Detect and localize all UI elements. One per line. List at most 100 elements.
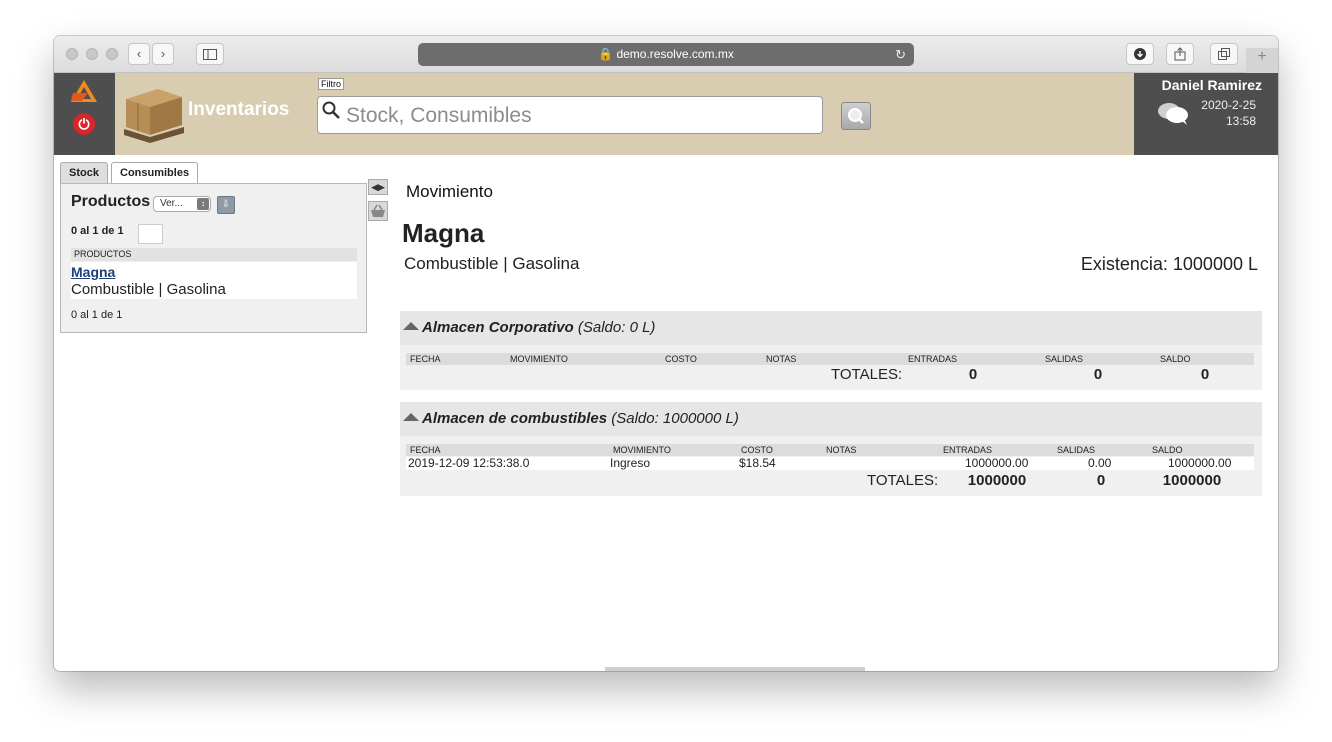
warehouse-title: Almacen Corporativo (Saldo: 0 L)	[422, 319, 655, 336]
product-link[interactable]: Magna	[71, 264, 115, 280]
total-salidas: 0	[1096, 472, 1106, 489]
export-button[interactable]: ⇩	[217, 196, 235, 214]
browser-toolbar: ‹ › 🔒 demo.resolve.com.mx ↻ +	[54, 36, 1278, 73]
app-title: Inventarios	[188, 99, 290, 120]
app-header: ⏻ Inventarios Filtro Daniel Ramirez	[54, 73, 1278, 155]
close-window-button[interactable]	[66, 48, 78, 60]
search-box	[317, 96, 823, 134]
basket-button[interactable]	[368, 201, 388, 221]
search-icon	[322, 101, 340, 119]
row-salidas: 0.00	[1088, 456, 1112, 470]
warehouse-name: Almacen Corporativo	[422, 319, 574, 336]
chat-icon[interactable]	[1156, 101, 1190, 125]
inventory-box-icon	[124, 89, 184, 143]
warehouse-balance: (Saldo: 0 L)	[577, 319, 656, 336]
address-bar[interactable]: 🔒 demo.resolve.com.mx ↻	[418, 43, 914, 66]
reload-icon[interactable]: ↻	[895, 43, 906, 66]
datetime: 2020-2-25 13:58	[1201, 97, 1256, 129]
totals-label: TOTALES:	[867, 472, 939, 489]
collapse-panel-button[interactable]: ◀▶	[368, 179, 388, 195]
back-icon: ‹	[136, 46, 142, 61]
total-salidas: 0	[1093, 366, 1103, 383]
new-tab-button[interactable]: +	[1246, 48, 1278, 73]
list-item[interactable]: Magna Combustible | Gasolina	[71, 262, 357, 299]
zoom-window-button[interactable]	[106, 48, 118, 60]
filter-toggle[interactable]: Filtro	[318, 78, 344, 90]
current-date: 2020-2-25	[1201, 98, 1256, 112]
tabs-icon	[1218, 48, 1230, 60]
user-panel: Daniel Ramirez 2020-2-25 13:58	[1134, 73, 1278, 155]
col-costo: COSTO	[665, 354, 697, 364]
search-button[interactable]	[841, 102, 871, 130]
total-saldo: 1000000	[1162, 472, 1222, 489]
col-fecha: FECHA	[410, 445, 441, 455]
total-entradas: 0	[968, 366, 978, 383]
tab-consumibles[interactable]: Consumibles	[111, 162, 199, 185]
resolve-logo-icon	[71, 80, 97, 102]
horizontal-scrollbar[interactable]	[605, 667, 865, 671]
downloads-button[interactable]	[1126, 43, 1154, 65]
product-category: Combustible | Gasolina	[71, 281, 226, 298]
collapse-caret-icon[interactable]	[403, 413, 419, 421]
row-saldo: 1000000.00	[1168, 456, 1232, 470]
view-select[interactable]: Ver... ↕	[153, 196, 211, 212]
view-select-value: Ver...	[160, 198, 183, 209]
minimize-window-button[interactable]	[86, 48, 98, 60]
lock-icon: 🔒	[598, 47, 614, 61]
table-row[interactable]	[406, 457, 1254, 470]
product-subtitle: Combustible | Gasolina	[404, 254, 580, 273]
col-costo: COSTO	[741, 445, 773, 455]
warehouse-title: Almacen de combustibles (Saldo: 1000000 …	[422, 410, 739, 427]
page-input[interactable]	[138, 224, 163, 244]
product-title: Magna	[402, 218, 485, 248]
warehouse-header[interactable]: Almacen Corporativo (Saldo: 0 L)	[400, 311, 1262, 345]
panel-title: Productos	[71, 193, 151, 210]
user-name[interactable]: Daniel Ramirez	[1162, 77, 1262, 93]
section-label: Movimiento	[406, 182, 493, 201]
col-entradas: ENTRADAS	[943, 445, 993, 455]
tabs-overview-button[interactable]	[1210, 43, 1238, 65]
pagination-count-top: 0 al 1 de 1	[71, 225, 124, 237]
col-saldo: SALDO	[1160, 354, 1191, 364]
forward-icon: ›	[160, 46, 166, 61]
forward-button[interactable]: ›	[152, 43, 174, 65]
col-salidas: SALIDAS	[1045, 354, 1084, 364]
sidebar-icon	[203, 49, 217, 60]
collapse-caret-icon[interactable]	[403, 322, 419, 330]
total-entradas: 1000000	[967, 472, 1027, 489]
col-fecha: FECHA	[410, 354, 441, 364]
back-button[interactable]: ‹	[128, 43, 150, 65]
sidebar-toggle-button[interactable]	[196, 43, 224, 65]
row-costo: $18.54	[739, 456, 776, 470]
basket-icon	[371, 204, 385, 217]
col-entradas: ENTRADAS	[908, 354, 958, 364]
power-icon: ⏻	[78, 116, 90, 132]
existence-total: Existencia: 1000000 L	[1080, 254, 1258, 274]
search-input[interactable]	[346, 102, 816, 130]
products-panel: Productos Ver... ↕ ⇩ 0 al 1 de 1 PRODUCT…	[60, 183, 367, 333]
share-button[interactable]	[1166, 43, 1194, 65]
col-notas: NOTAS	[766, 354, 797, 364]
row-movimiento: Ingreso	[610, 456, 651, 470]
power-button[interactable]: ⏻	[73, 113, 95, 135]
warehouse-section: Almacen Corporativo (Saldo: 0 L) FECHA M…	[400, 311, 1262, 390]
select-arrows-icon: ↕	[197, 198, 209, 210]
tab-stock[interactable]: Stock	[60, 162, 108, 184]
pagination-count-bottom: 0 al 1 de 1	[71, 309, 123, 321]
warehouse-section: Almacen de combustibles (Saldo: 1000000 …	[400, 402, 1262, 496]
col-notas: NOTAS	[826, 445, 857, 455]
url-text: demo.resolve.com.mx	[616, 47, 734, 61]
current-time: 13:58	[1225, 114, 1256, 128]
col-movimiento: MOVIMIENTO	[613, 445, 671, 455]
row-fecha: 2019-12-09 12:53:38.0	[408, 456, 530, 470]
totals-label: TOTALES:	[831, 366, 903, 383]
magnifier-icon	[848, 108, 864, 124]
products-column-header: PRODUCTOS	[71, 248, 357, 261]
warehouse-header[interactable]: Almacen de combustibles (Saldo: 1000000 …	[400, 402, 1262, 436]
total-saldo: 0	[1200, 366, 1210, 383]
col-saldo: SALDO	[1152, 445, 1183, 455]
warehouse-balance: (Saldo: 1000000 L)	[611, 410, 739, 427]
browser-window: ‹ › 🔒 demo.resolve.com.mx ↻ + ⏻ Inventar…	[54, 36, 1278, 671]
warehouse-name: Almacen de combustibles	[422, 410, 608, 427]
export-icon: ⇩	[221, 199, 231, 210]
